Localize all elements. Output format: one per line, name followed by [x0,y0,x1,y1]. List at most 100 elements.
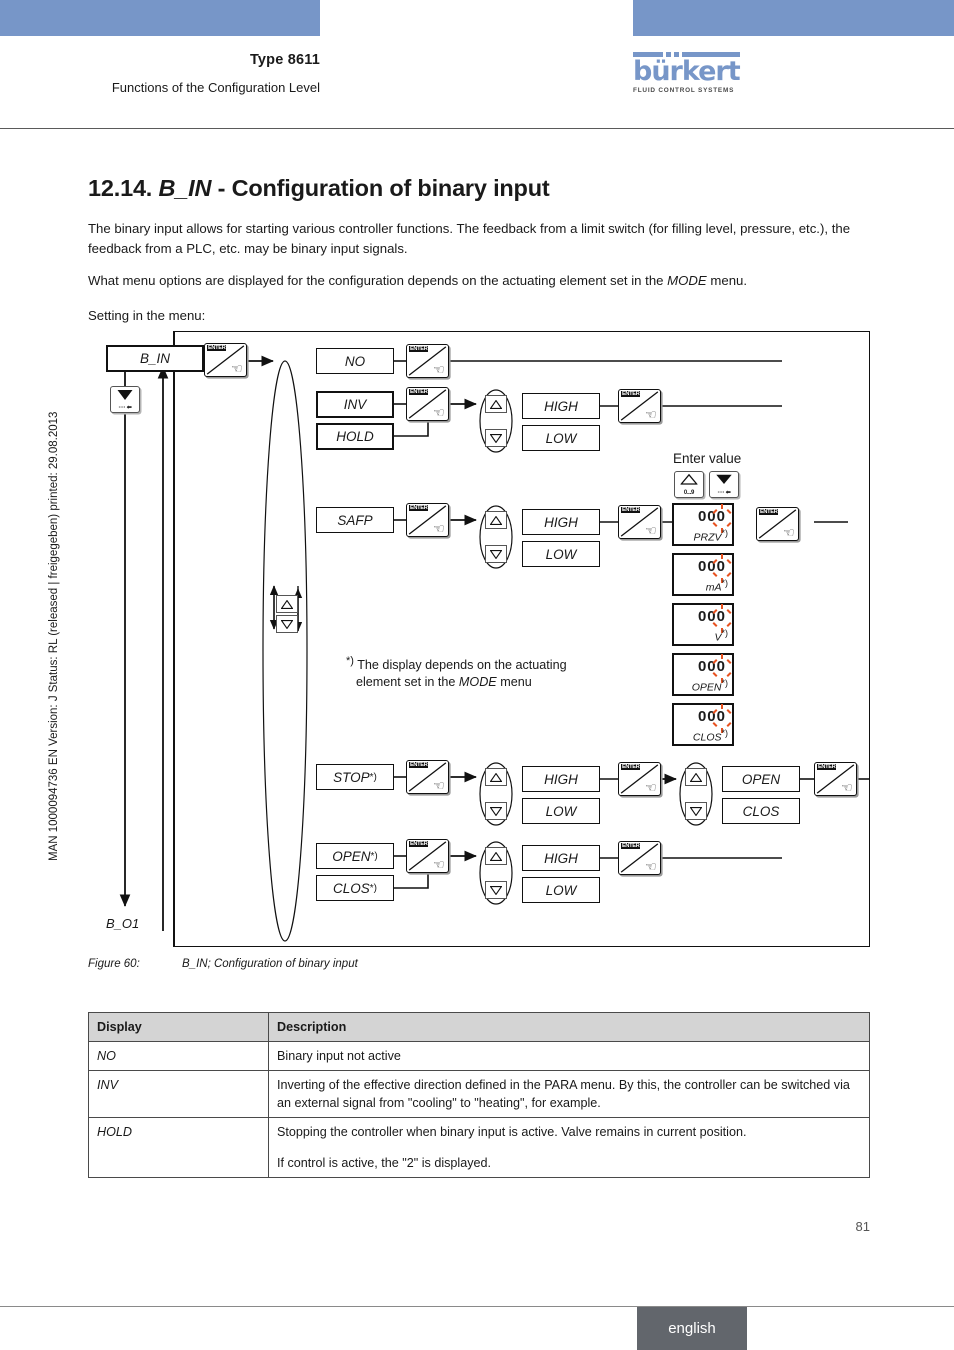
logo-wordmark: bürkert [633,56,741,87]
menu-box-position-open[interactable]: OPEN [722,766,800,792]
enter-key-stop[interactable]: ENTER ☞ [406,760,449,794]
value-unit: V*) [674,628,728,644]
menu-box-label: CLOS [333,880,370,896]
menu-box-label: OPEN [332,848,371,864]
figure-caption-tag: Figure 60: [88,958,140,970]
value-digits: 000 [697,658,726,675]
menu-box-low-stop[interactable]: LOW [522,798,600,824]
table-row: HOLD Stopping the controller when binary… [88,1117,870,1178]
level-key-down-safp[interactable] [485,545,507,563]
setting-lead-in: Setting in the menu: [88,308,206,323]
footnote-mode-ref: MODE [458,675,497,690]
value-display-clos[interactable]: 000 CLOS*) [672,703,734,746]
level-key-up-inv[interactable] [485,395,507,413]
intro-paragraph: The binary input allows for starting var… [88,221,851,256]
enter-key-level-stop[interactable]: ENTER ☞ [618,762,661,796]
menu-box-label: HIGH [544,514,578,530]
table-cell-description: Stopping the controller when binary inpu… [268,1117,870,1178]
menu-box-label: LOW [545,430,577,446]
value-key-next-digit[interactable]: ···· ⬅ [709,471,739,498]
value-digits: 000 [697,558,726,575]
enter-key-value[interactable]: ENTER ☞ [756,507,799,541]
menu-box-clos[interactable]: CLOS *) [316,875,394,901]
triangle-up-icon [281,599,293,609]
hand-pointer-icon: ☞ [645,859,657,874]
value-digits: 000 [697,508,726,525]
menu-box-label: OPEN [741,771,781,787]
table-row: NO Binary input not active [88,1041,870,1071]
menu-box-low-openclos[interactable]: LOW [522,877,600,903]
value-digits: 000 [697,708,726,725]
level-key-down-inv[interactable] [485,429,507,447]
menu-box-low-inv[interactable]: LOW [522,425,600,451]
figure-caption-text: B_IN; Configuration of binary input [182,958,358,970]
menu-box-label: HIGH [544,771,578,787]
level-key-up-safp[interactable] [485,511,507,529]
level-key-down-openclos[interactable] [485,881,507,899]
hand-pointer-icon: ☞ [433,405,445,420]
value-display-przv[interactable]: 000 PRZV*) [672,503,734,546]
enter-key-inv-hold[interactable]: ENTER ☞ [406,387,449,421]
level-key-up-openclos[interactable] [485,847,507,865]
diagram-connectors [119,355,870,942]
menu-box-no[interactable]: NO [316,348,394,374]
description-line: Stopping the controller when binary inpu… [277,1125,747,1139]
page-title: 12.14. B_IN - Configuration of binary in… [88,175,550,202]
section-name: B_IN [158,175,212,201]
position-key-down[interactable] [685,802,707,820]
column-header-description: Description [268,1012,870,1042]
triangle-up-icon [680,474,698,485]
enter-key-no[interactable]: ENTER ☞ [406,344,449,378]
unit-text: PRZV [693,531,722,543]
value-display-open[interactable]: 000 OPEN*) [672,653,734,696]
menu-box-stop[interactable]: STOP *) [316,764,394,790]
level-key-up-stop[interactable] [485,768,507,786]
value-key-up-digit[interactable]: 0...9 [674,471,704,498]
carousel-key-down[interactable] [276,615,298,633]
enter-key-b-in[interactable]: ENTER ☞ [204,343,247,377]
menu-box-safp[interactable]: SAFP [316,507,394,533]
enter-key-level-safp[interactable]: ENTER ☞ [618,505,661,539]
footnote-marker: *) [369,882,377,894]
carousel-key-up[interactable] [276,595,298,613]
table-cell-display: INV [88,1070,269,1118]
menu-box-hold[interactable]: HOLD [316,423,394,450]
menu-box-label: SAFP [337,512,373,528]
triangle-down-icon [716,474,732,484]
nav-key-down-back[interactable]: ···· ⬅ [110,386,140,413]
enter-key-position[interactable]: ENTER ☞ [814,762,857,796]
value-display-ma[interactable]: 000 mA*) [672,553,734,596]
menu-box-b-in[interactable]: B_IN [106,345,204,372]
title-dash: - [217,175,226,201]
menu-box-label: LOW [545,546,577,562]
hand-pointer-icon: ☞ [231,361,243,376]
header-divider [0,128,954,129]
table-cell-display: HOLD [88,1117,269,1178]
menu-box-low-safp[interactable]: LOW [522,541,600,567]
menu-box-high-inv[interactable]: HIGH [522,393,600,419]
menu-box-label: LOW [545,882,577,898]
level-key-down-stop[interactable] [485,802,507,820]
enter-key-level-inv[interactable]: ENTER ☞ [618,389,661,423]
menu-box-high-stop[interactable]: HIGH [522,766,600,792]
page-number: 81 [855,1219,870,1234]
value-display-v[interactable]: 000 V*) [672,603,734,646]
triangle-down-icon [490,885,502,895]
menu-box-position-clos[interactable]: CLOS [722,798,800,824]
menu-box-high-openclos[interactable]: HIGH [522,845,600,871]
menu-box-high-safp[interactable]: HIGH [522,509,600,535]
triangle-down-icon [690,806,702,816]
table-row: INV Inverting of the effective direction… [88,1070,870,1118]
enter-key-level-openclos[interactable]: ENTER ☞ [618,841,661,875]
menu-box-open[interactable]: OPEN *) [316,843,394,869]
menu-box-inv[interactable]: INV [316,391,394,418]
triangle-up-icon [490,851,502,861]
triangle-down-icon [117,390,133,400]
menu-box-label: INV [343,397,367,412]
position-key-up[interactable] [685,768,707,786]
unit-text: mA [705,581,722,593]
hand-pointer-icon: ☞ [645,407,657,422]
enter-key-open-clos[interactable]: ENTER ☞ [406,839,449,873]
enter-key-safp[interactable]: ENTER ☞ [406,503,449,537]
menu-box-label: B_IN [139,351,170,366]
